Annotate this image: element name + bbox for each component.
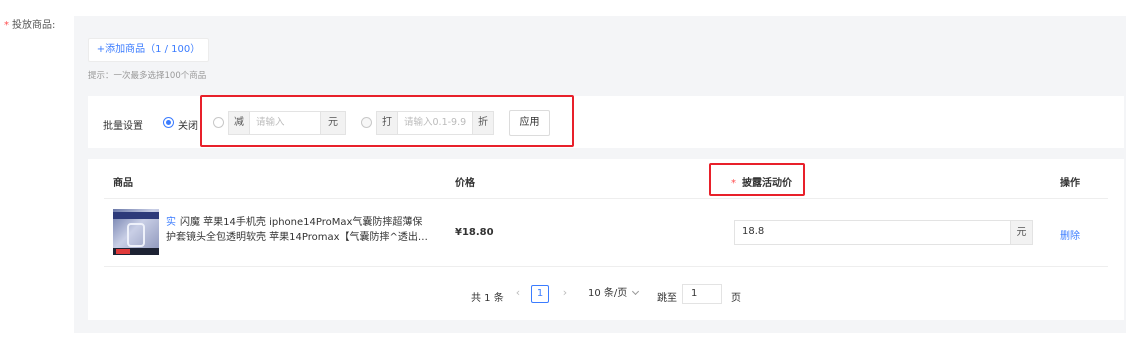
add-product-hint: 提示：一次最多选择100个商品	[88, 71, 207, 81]
apply-button[interactable]: 应用	[509, 110, 550, 136]
field-label-text: 投放商品:	[12, 20, 56, 31]
radio-reduce[interactable]	[213, 117, 224, 128]
reduce-prefix: 减	[228, 111, 250, 135]
add-product-button[interactable]: +添加商品（1 / 100）	[88, 38, 209, 62]
batch-settings-label: 批量设置	[103, 121, 143, 132]
product-title: 闪魔 苹果14手机壳 iphone14ProMax气囊防摔超薄保护套镜头全包透明…	[166, 217, 428, 243]
pagination-total: 共 1 条	[471, 293, 504, 304]
product-tag: 实	[166, 217, 176, 228]
header-action: 操作	[1060, 178, 1080, 189]
product-name[interactable]: 实闪魔 苹果14手机壳 iphone14ProMax气囊防摔超薄保护套镜头全包透…	[166, 215, 428, 245]
row-divider	[104, 266, 1108, 267]
required-mark: *	[4, 20, 9, 31]
field-label-products: * 投放商品:	[4, 16, 55, 31]
radio-off-label: 关闭	[178, 121, 198, 132]
chevron-down-icon	[632, 287, 640, 296]
activity-price-input[interactable]: 18.8 元	[734, 220, 1033, 245]
header-divider	[104, 198, 1108, 199]
discount-prefix: 打	[376, 111, 398, 135]
required-mark: *	[731, 178, 736, 189]
reduce-unit: 元	[320, 111, 346, 135]
activity-price-value: 18.8	[742, 226, 765, 237]
header-activity-price: * 披露活动价	[731, 174, 792, 189]
product-thumbnail	[113, 209, 159, 255]
radio-discount[interactable]	[361, 117, 372, 128]
header-product: 商品	[113, 178, 133, 189]
page-unit-label: 页	[731, 293, 741, 304]
header-activity-price-label: 披露活动价	[742, 178, 792, 189]
radio-off[interactable]	[163, 117, 174, 128]
product-price: ¥18.80	[455, 227, 494, 238]
page-size-select[interactable]: 10 条/页	[588, 285, 640, 303]
page-size-value: 10 条/页	[588, 288, 628, 299]
page-number-1[interactable]: 1	[531, 285, 549, 303]
delete-link[interactable]: 删除	[1060, 227, 1080, 242]
discount-input[interactable]: 请输入0.1-9.9	[397, 111, 473, 135]
discount-unit: 折	[472, 111, 494, 135]
jump-label: 跳至	[657, 293, 677, 304]
next-page-icon[interactable]: ›	[556, 284, 574, 302]
activity-price-unit: 元	[1010, 221, 1032, 244]
header-price: 价格	[455, 178, 475, 189]
jump-page-input[interactable]: 1	[682, 284, 722, 304]
reduce-amount-input[interactable]: 请输入	[249, 111, 321, 135]
prev-page-icon[interactable]: ‹	[509, 284, 527, 302]
